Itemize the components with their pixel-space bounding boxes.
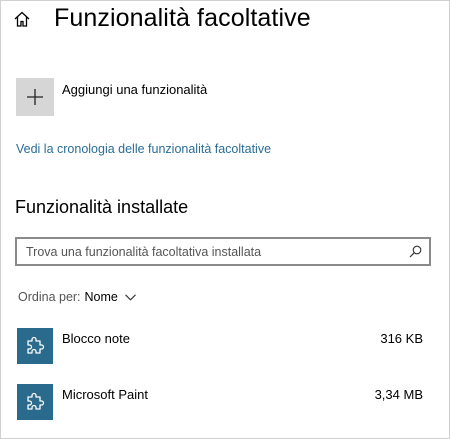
installed-feature-item[interactable]: Blocco note 316 KB <box>15 326 431 366</box>
home-icon[interactable] <box>13 10 31 28</box>
plus-icon <box>27 89 43 105</box>
search-box[interactable] <box>15 237 431 266</box>
feature-size: 316 KB <box>380 331 423 346</box>
search-icon[interactable] <box>409 245 422 258</box>
chevron-down-icon[interactable] <box>124 293 136 301</box>
feature-size: 3,34 MB <box>374 387 423 402</box>
add-feature-label: Aggiungi una funzionalità <box>62 82 208 97</box>
feature-name: Blocco note <box>62 331 130 346</box>
installed-feature-item[interactable]: Microsoft Paint 3,34 MB <box>15 382 431 422</box>
puzzle-icon-glyph <box>27 336 45 354</box>
history-link[interactable]: Vedi la cronologia delle funzionalità fa… <box>16 142 271 156</box>
sort-value[interactable]: Nome <box>85 290 118 304</box>
settings-window: Funzionalità facoltative Aggiungi una fu… <box>0 0 450 439</box>
page-title: Funzionalità facoltative <box>54 4 311 32</box>
search-input[interactable] <box>17 239 397 264</box>
puzzle-icon <box>17 384 53 420</box>
header: Funzionalità facoltative <box>1 1 449 41</box>
sort-dropdown[interactable]: Ordina per: Nome <box>18 290 136 304</box>
add-feature-button[interactable]: Aggiungi una funzionalità <box>16 78 276 116</box>
puzzle-icon <box>17 328 53 364</box>
sort-label: Ordina per: <box>18 290 81 304</box>
installed-section-title: Funzionalità installate <box>15 197 189 217</box>
add-feature-tile[interactable] <box>16 78 54 116</box>
feature-name: Microsoft Paint <box>62 387 148 402</box>
puzzle-icon-glyph <box>27 392 45 410</box>
